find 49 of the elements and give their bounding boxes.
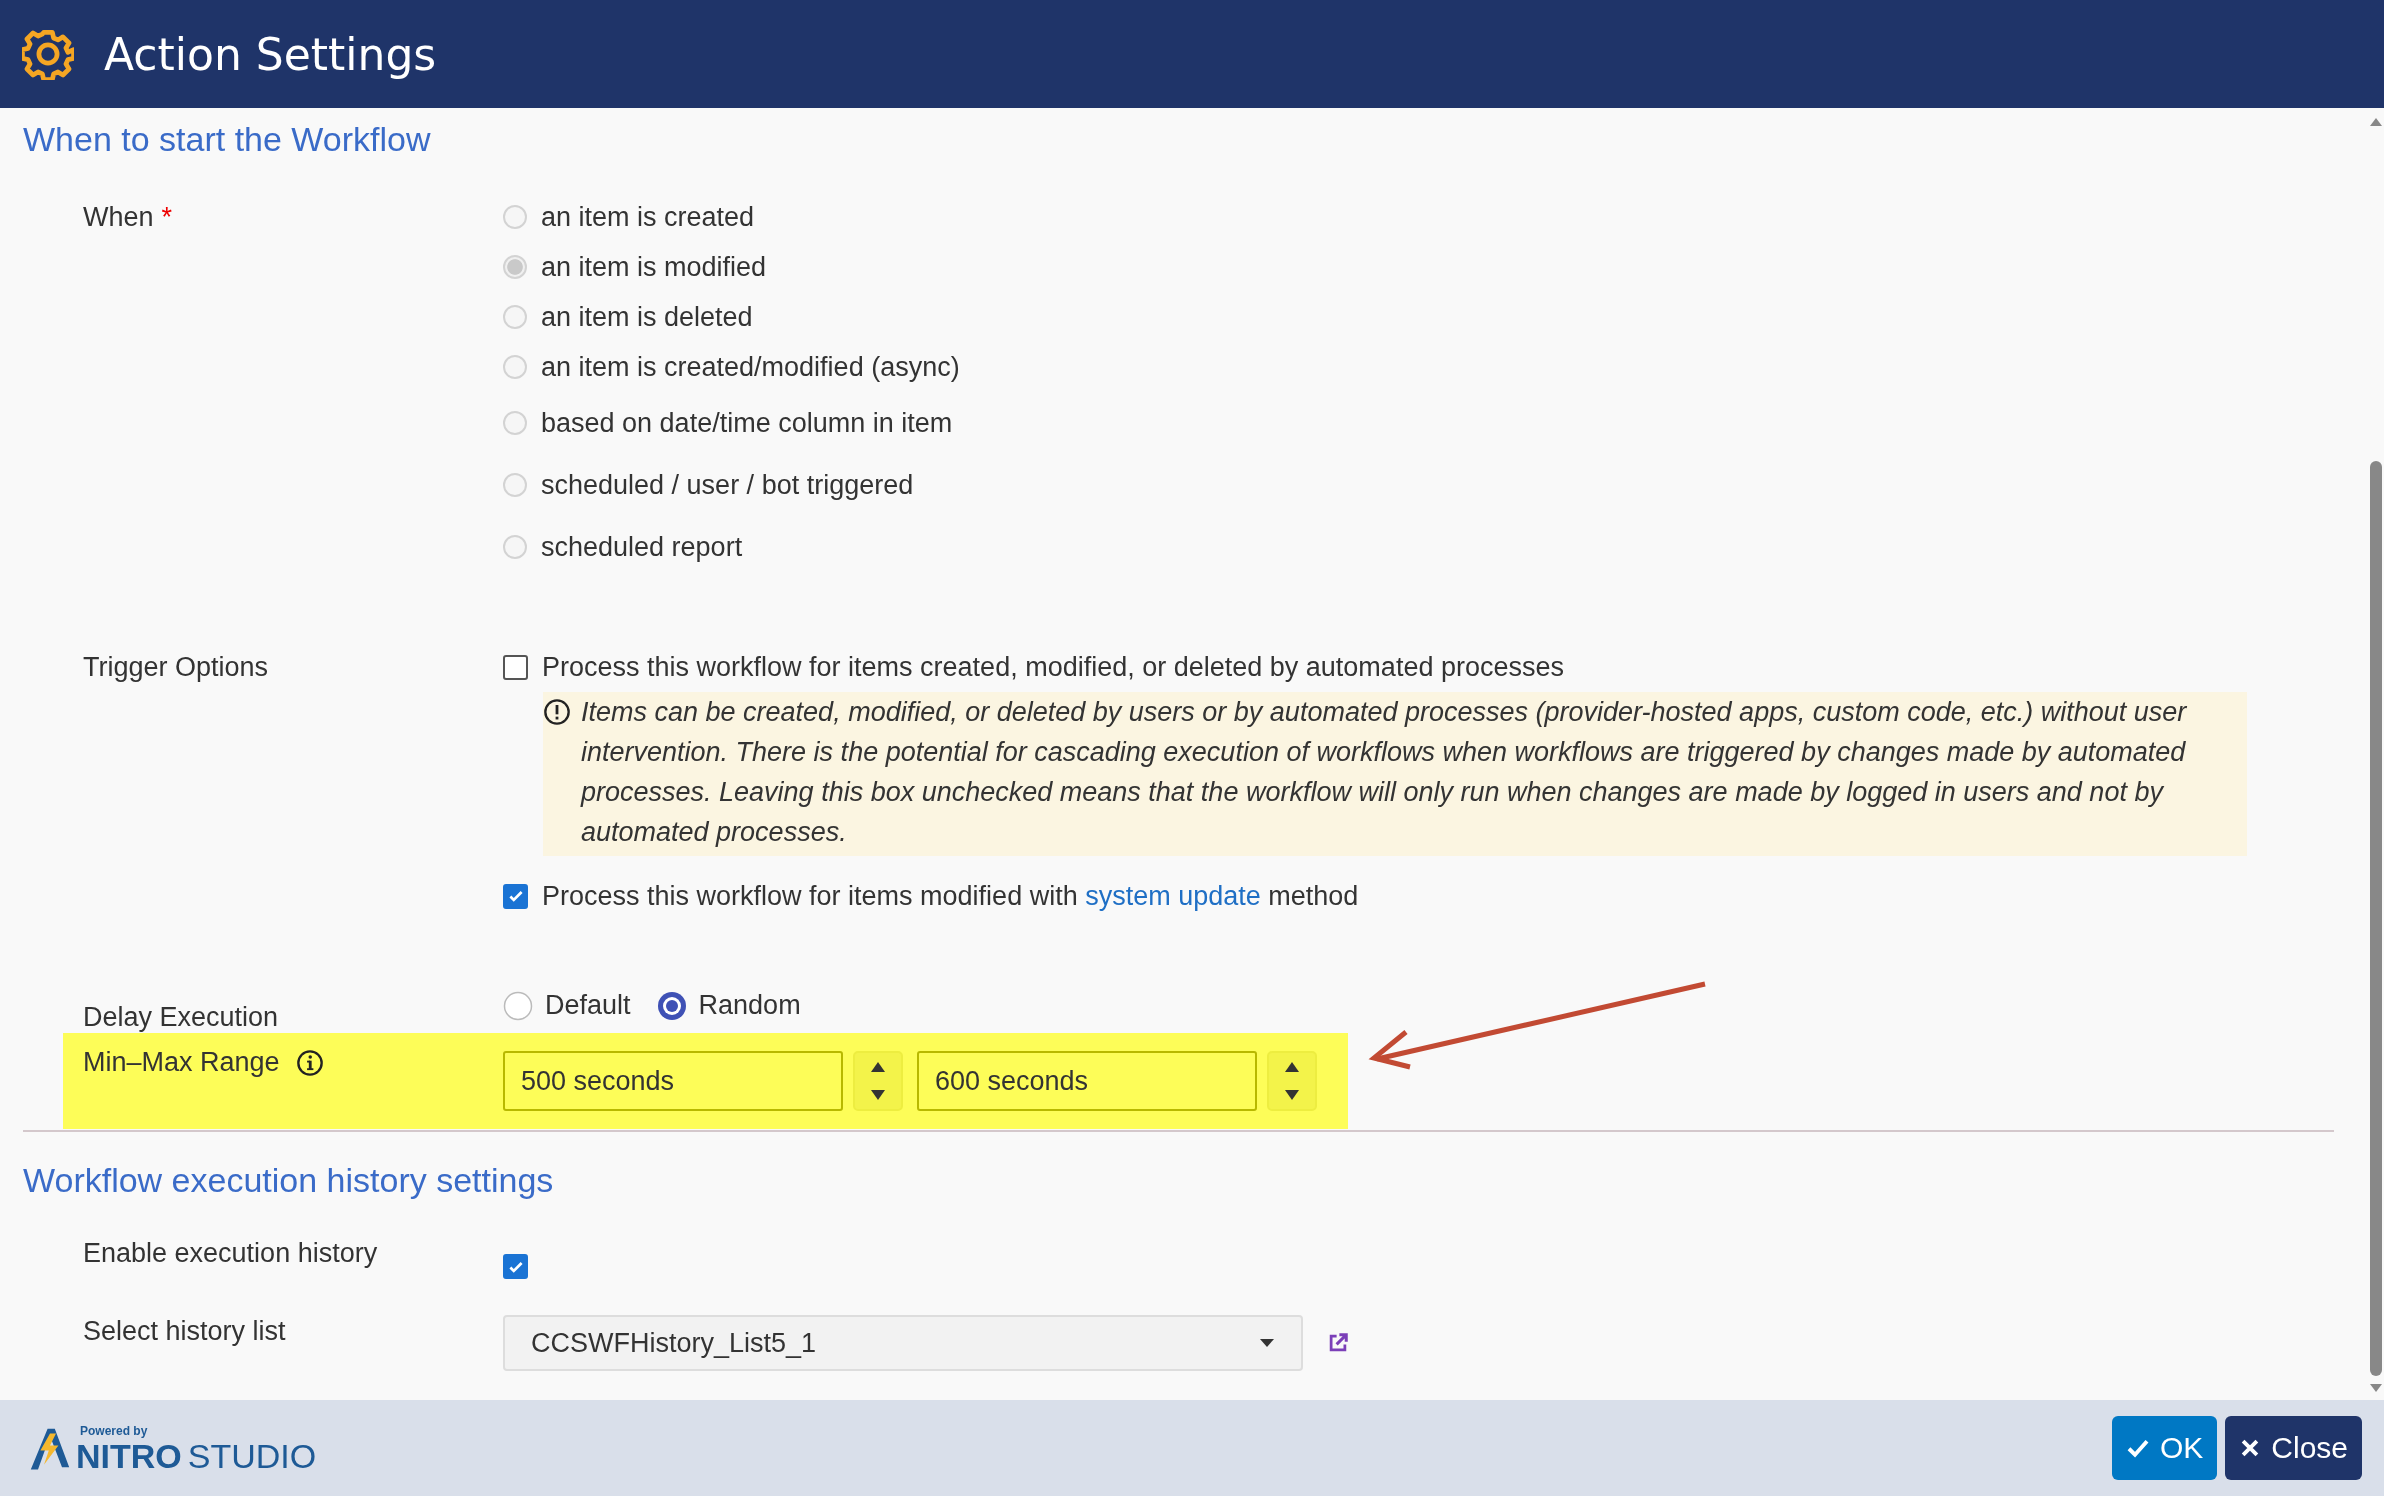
gear-icon: [22, 28, 74, 80]
brand-name: NITRO: [76, 1438, 182, 1474]
section-heading: Workflow execution history settings: [23, 1160, 555, 1201]
field-label: Select history list: [83, 1316, 286, 1347]
checkbox-label: Process this workflow for items modified with system update method: [542, 880, 1359, 912]
field-label: Min–Max Range: [83, 1047, 280, 1078]
external-link-icon[interactable]: [1327, 1332, 1349, 1354]
history-list-dropdown[interactable]: CCSWFHistory_List5_1: [503, 1315, 1303, 1371]
radio-button[interactable]: [656, 990, 687, 1021]
number-field[interactable]: 500 seconds: [503, 1051, 843, 1111]
option-label: Default: [545, 990, 631, 1021]
scroll-up-icon[interactable]: [2370, 118, 2382, 126]
powered-by-text: Powered by: [80, 1424, 149, 1438]
field-label: Delay Execution: [83, 1002, 279, 1033]
checkbox[interactable]: [503, 1254, 528, 1279]
up-arrow-icon: [870, 1061, 886, 1073]
radio-button[interactable]: [503, 990, 533, 1021]
ok-button[interactable]: OK: [2111, 1416, 2218, 1480]
close-button[interactable]: Close: [2225, 1416, 2362, 1480]
spinner-buttons[interactable]: [853, 1051, 903, 1111]
caret-icon: [1259, 1338, 1275, 1348]
down-arrow-icon: [1284, 1089, 1300, 1101]
option-label: based on date/time column in item: [541, 407, 953, 439]
checkbox[interactable]: [503, 654, 528, 680]
checkbox[interactable]: [503, 883, 528, 909]
scroll-down-icon[interactable]: [2370, 1384, 2382, 1392]
field-label: When: [83, 202, 154, 233]
number-field[interactable]: 600 seconds: [917, 1051, 1257, 1111]
required-mark: *: [161, 202, 173, 233]
option-label: scheduled report: [541, 531, 743, 563]
checkbox-label: Process this workflow for items created, modified, or deleted by automated processes: [542, 651, 1564, 683]
option-label: an item is modified: [541, 251, 767, 283]
down-arrow-icon: [870, 1089, 886, 1101]
note-text: Items can be created, modified, or deleted by users or by automated processes (provider-hosted apps, custom code, etc.) without user intervention. There is the potential for cascading execution of workflows when workflows are triggered by changes made by automated processes. Leaving this box unchecked means that the workflow will only run when changes are made by logged in users and not by automated processes.: [581, 696, 2188, 849]
exclamation-icon: [543, 698, 571, 726]
option-label: an item is deleted: [541, 301, 753, 333]
window-title: Action Settings: [104, 28, 437, 80]
system-update-link[interactable]: system update: [1085, 880, 1261, 911]
spinner-buttons[interactable]: [1267, 1051, 1317, 1111]
option-label: Random: [698, 990, 801, 1021]
field-label: Enable execution history: [83, 1238, 378, 1269]
option-label: an item is created: [541, 201, 755, 233]
section-heading: When to start the Workflow: [23, 119, 432, 160]
option-label: scheduled / user / bot triggered: [541, 469, 914, 501]
brand-name: STUDIO: [187, 1438, 317, 1474]
up-arrow-icon: [1284, 1061, 1300, 1073]
field-label: Trigger Options: [83, 652, 269, 683]
info-icon[interactable]: [295, 1048, 324, 1077]
option-label: an item is created/modified (async): [541, 351, 960, 383]
